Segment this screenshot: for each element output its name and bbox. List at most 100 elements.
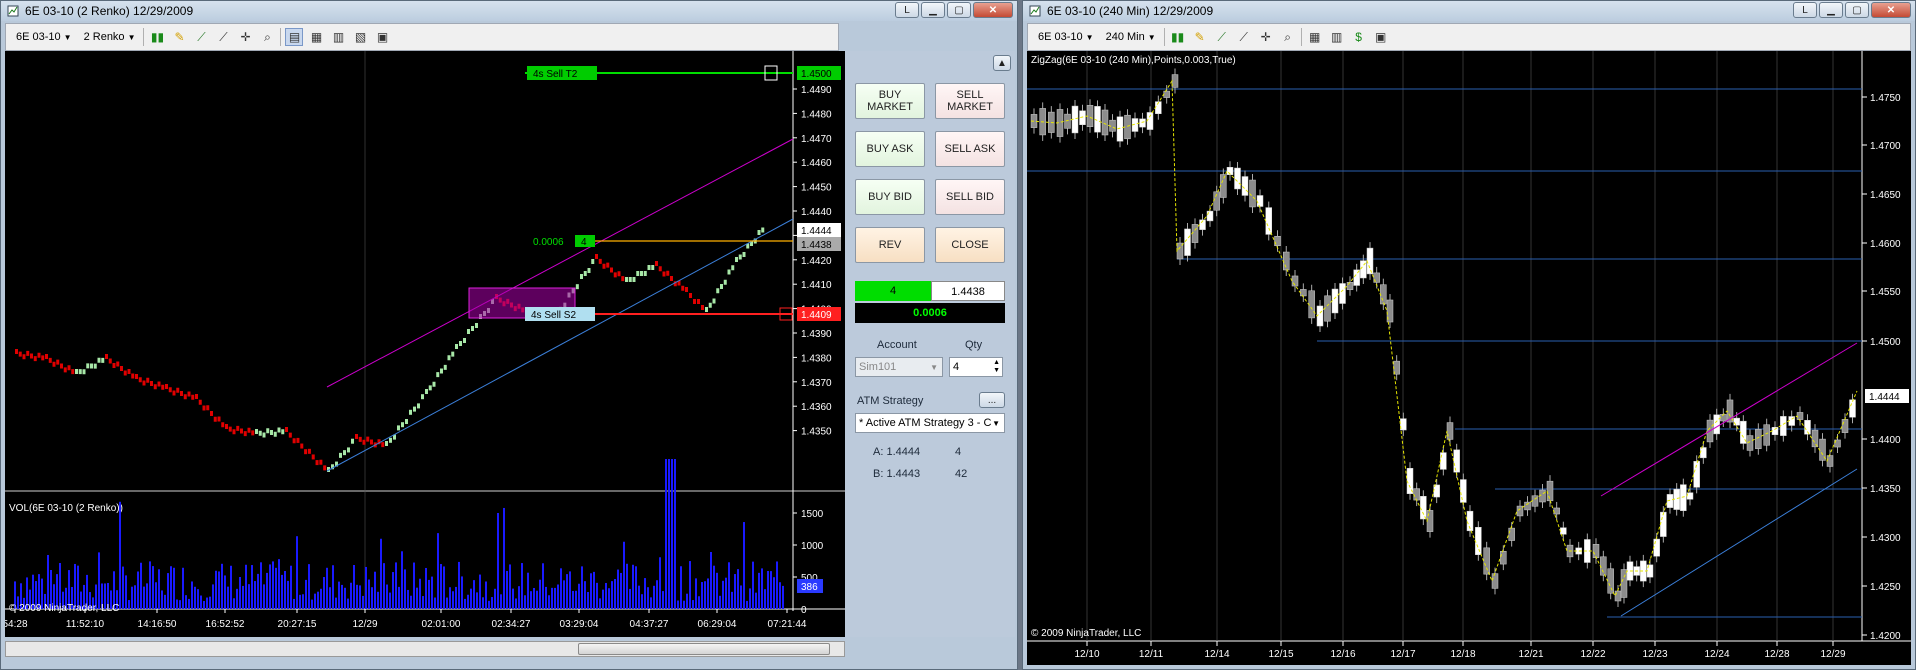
renko-brick <box>742 252 746 257</box>
indicators-icon[interactable]: ▥ <box>1328 28 1346 46</box>
renko-brick <box>381 442 385 448</box>
sell-t2-price: 1.4500 <box>801 69 832 80</box>
pencil-icon[interactable]: ✎ <box>1191 28 1209 46</box>
renko-brick <box>142 380 146 386</box>
minute-chart[interactable]: ZigZag(6E 03-10 (240 Min),Points,0.003,T… <box>1027 51 1911 665</box>
bar-style-icon[interactable]: ▮▮ <box>1169 28 1187 46</box>
renko-brick <box>304 449 308 455</box>
buy-ask-button[interactable]: BUY ASK <box>855 131 925 167</box>
properties-icon[interactable]: ▣ <box>1372 28 1390 46</box>
indicators-icon[interactable]: ▥ <box>329 28 347 46</box>
sell-ask-button[interactable]: SELL ASK <box>935 131 1005 167</box>
reverse-button[interactable]: REV <box>855 227 925 263</box>
sell-market-button[interactable]: SELL MARKET <box>935 83 1005 119</box>
account-select[interactable]: Sim101 ▼ <box>855 357 943 377</box>
zoom-icon[interactable]: ⌕ <box>258 28 276 46</box>
buy-bid-button[interactable]: BUY BID <box>855 179 925 215</box>
close-button[interactable]: ✕ <box>1871 2 1911 18</box>
renko-brick <box>146 377 150 383</box>
order-panel-toggle-icon[interactable]: ▤ <box>285 28 304 46</box>
pencil-icon[interactable]: ✎ <box>170 28 188 46</box>
window-title-bar[interactable]: 6E 03-10 (2 Renko) 12/29/2009 L ▁ ▢ ✕ <box>1 1 1017 21</box>
minute-chart-area[interactable]: ZigZag(6E 03-10 (240 Min),Points,0.003,T… <box>1027 51 1911 665</box>
chart-scrollbar[interactable] <box>5 641 845 657</box>
renko-brick <box>613 272 617 278</box>
renko-brick <box>281 429 285 435</box>
period-selector[interactable]: 2 Renko ▼ <box>80 31 140 43</box>
period-selector[interactable]: 240 Min ▼ <box>1102 31 1160 43</box>
instrument-selector[interactable]: 6E 03-10 ▼ <box>1034 31 1098 43</box>
minimize-button[interactable]: ▁ <box>921 2 945 18</box>
candle-body <box>1339 283 1346 304</box>
renko-brick <box>666 270 670 276</box>
price-tick-label: 1.4700 <box>1870 141 1901 152</box>
candle-body <box>1733 417 1740 426</box>
period-label: 2 Renko <box>83 31 125 43</box>
sell-bid-button[interactable]: SELL BID <box>935 179 1005 215</box>
remove-drawing-icon[interactable]: ⟋ <box>1235 28 1253 46</box>
chart-trader-panel: ▲ BUY MARKET SELL MARKET BUY ASK SELL AS… <box>845 51 1015 637</box>
position-pnl: 0.0006 <box>855 303 1005 323</box>
candle-body <box>1265 207 1272 235</box>
renko-brick <box>307 448 311 454</box>
renko-brick <box>93 363 97 369</box>
maximize-button[interactable]: ▢ <box>947 2 971 18</box>
channel-upper-line[interactable] <box>1600 342 1858 497</box>
instrument-selector[interactable]: 6E 03-10 ▼ <box>12 31 76 43</box>
renko-brick <box>409 409 412 415</box>
link-button[interactable]: L <box>895 2 919 18</box>
channel-upper-line[interactable] <box>326 138 794 388</box>
atm-strategy-select[interactable]: * Active ATM Strategy 3 - C ▼ <box>855 413 1005 433</box>
maximize-button[interactable]: ▢ <box>1845 2 1869 18</box>
properties-icon[interactable]: ▣ <box>373 28 391 46</box>
candle-body <box>1620 569 1628 598</box>
drawing-tool-icon[interactable]: ⟋ <box>192 28 210 46</box>
bid-size: 42 <box>955 468 968 480</box>
renko-chart-area[interactable]: 4s Sell T2 0.0006 4 4s Sell S2 1.4490 1.4… <box>5 51 845 637</box>
zoom-icon[interactable]: ⌕ <box>1279 28 1297 46</box>
channel-lower-line[interactable] <box>326 218 794 472</box>
remove-drawing-icon[interactable]: ⟋ <box>214 28 232 46</box>
account-value: Sim101 <box>859 361 897 373</box>
renko-brick <box>90 363 93 369</box>
candle-body <box>1380 284 1387 305</box>
data-box-icon[interactable]: ▦ <box>307 28 325 46</box>
time-tick-label: 04:37:27 <box>630 619 669 630</box>
panel-collapse-button[interactable]: ▲ <box>993 55 1011 71</box>
close-button[interactable]: ✕ <box>973 2 1013 18</box>
quantity-stepper[interactable]: 4 ▲ ▼ <box>949 357 1003 377</box>
renko-brick <box>251 430 255 436</box>
chart-app-icon <box>7 5 19 17</box>
strategies-icon[interactable]: $ <box>1350 28 1368 46</box>
renko-brick <box>323 465 327 471</box>
drawing-tool-icon[interactable]: ⟋ <box>1213 28 1231 46</box>
strategies-icon[interactable]: ▧ <box>351 28 369 46</box>
renko-brick <box>266 428 270 434</box>
atm-more-button[interactable]: ... <box>979 392 1005 408</box>
bid-price-label: B: 1.4443 <box>873 468 921 480</box>
renko-brick <box>436 372 440 378</box>
date-tick-label: 12/17 <box>1390 649 1415 660</box>
minimize-button[interactable]: ▁ <box>1819 2 1843 18</box>
renko-chart-window: 6E 03-10 (2 Renko) 12/29/2009 L ▁ ▢ ✕ 6E… <box>0 0 1018 670</box>
instrument-label: 6E 03-10 <box>1038 31 1083 43</box>
close-position-button[interactable]: CLOSE <box>935 227 1005 263</box>
renko-brick <box>727 269 731 275</box>
bar-style-icon[interactable]: ▮▮ <box>148 28 166 46</box>
renko-brick <box>138 377 142 383</box>
renko-brick <box>401 422 404 428</box>
data-box-icon[interactable]: ▦ <box>1306 28 1324 46</box>
scrollbar-thumb[interactable] <box>578 643 830 655</box>
link-button[interactable]: L <box>1793 2 1817 18</box>
buy-market-button[interactable]: BUY MARKET <box>855 83 925 119</box>
renko-chart[interactable]: 4s Sell T2 0.0006 4 4s Sell S2 1.44901.4… <box>5 51 845 637</box>
crosshair-icon[interactable]: ✛ <box>1257 28 1275 46</box>
price-tick-label: 1.4420 <box>801 256 832 267</box>
crosshair-icon[interactable]: ✛ <box>236 28 254 46</box>
renko-brick <box>595 254 598 259</box>
renko-brick <box>575 284 579 290</box>
volume-tick-label: 0 <box>801 605 807 616</box>
window-title-bar[interactable]: 6E 03-10 (240 Min) 12/29/2009 L ▁ ▢ ✕ <box>1023 1 1915 21</box>
renko-brick <box>225 424 228 429</box>
spin-arrows-icon[interactable]: ▲ ▼ <box>993 359 1000 375</box>
